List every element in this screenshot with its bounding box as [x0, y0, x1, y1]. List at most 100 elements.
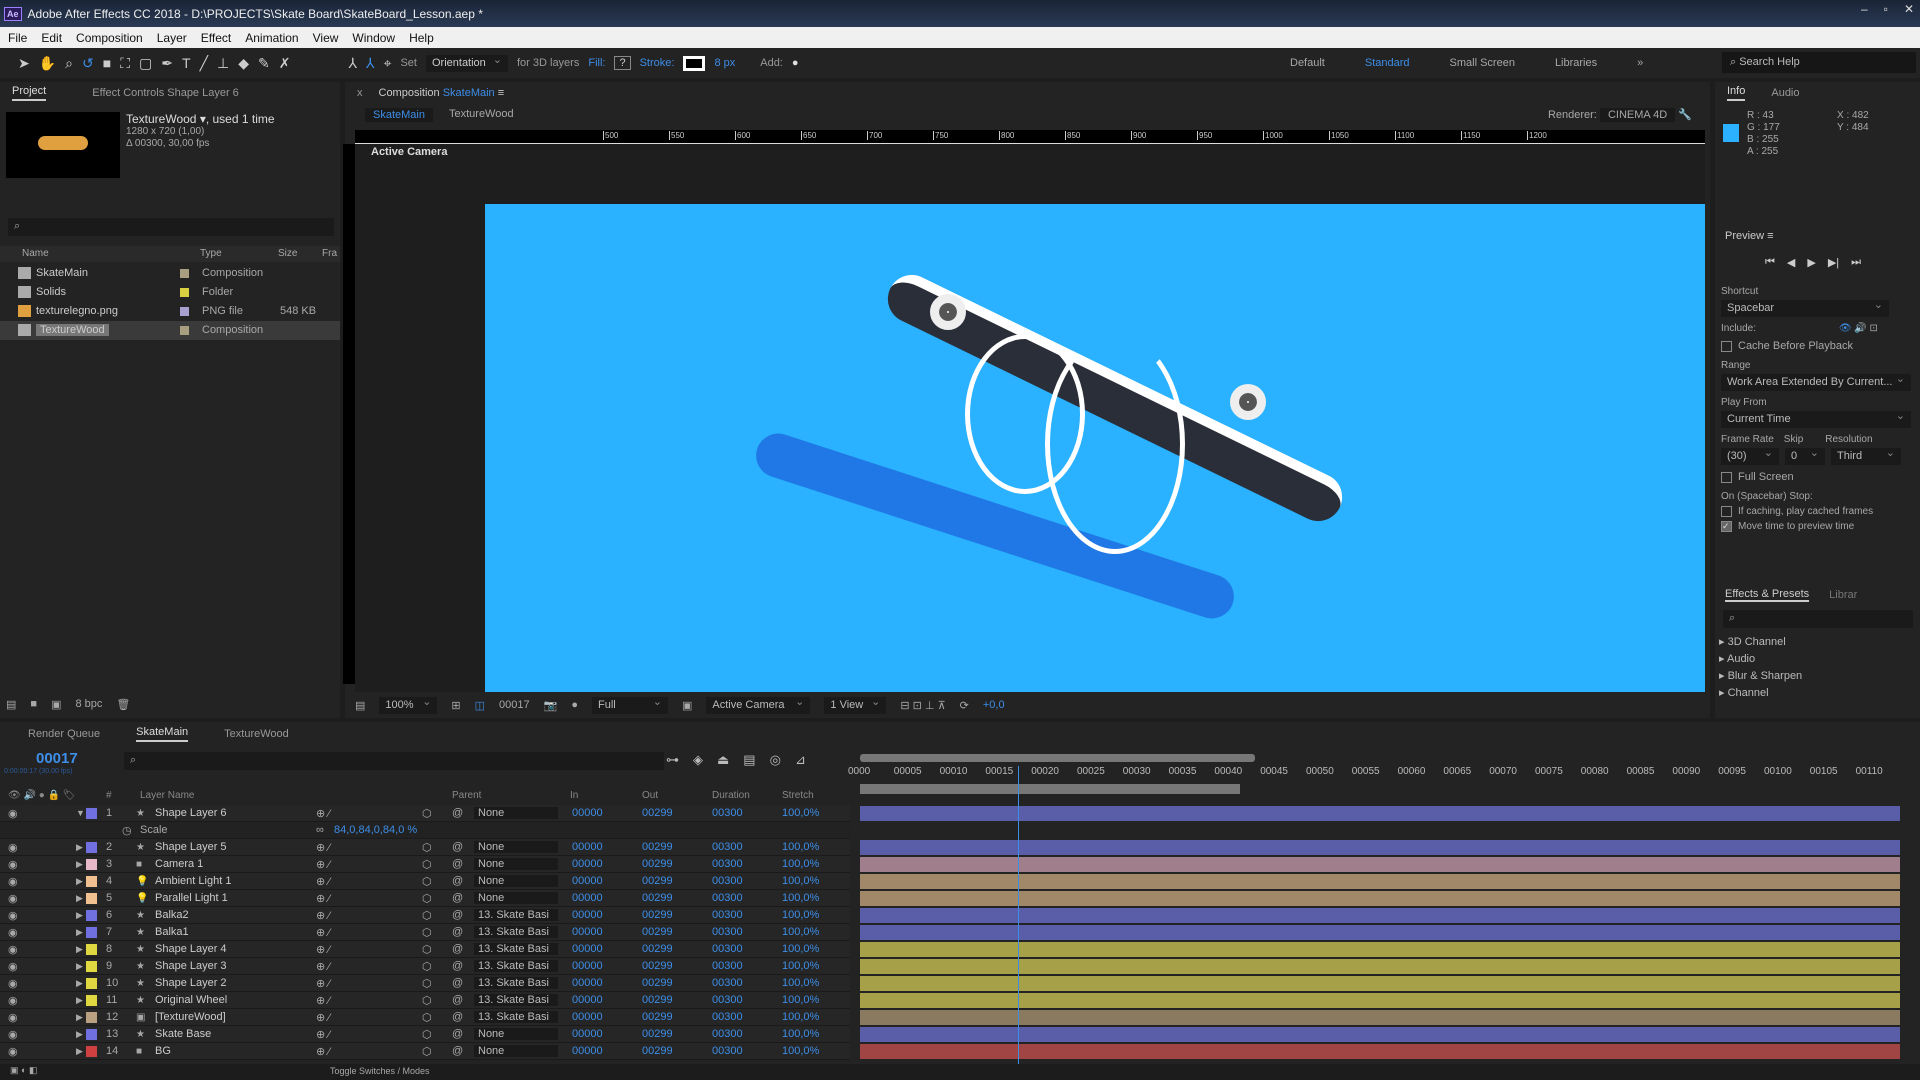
parent-pickwhip-icon[interactable]: @ [452, 892, 463, 904]
shortcut-dropdown[interactable]: Spacebar [1721, 297, 1889, 317]
toggle-switches-modes[interactable]: Toggle Switches / Modes [330, 1066, 430, 1076]
stroke-label[interactable]: Stroke: [640, 57, 675, 69]
clone-stamp-tool-icon[interactable]: ⊥ [217, 55, 229, 72]
layer-stretch[interactable]: 100,0% [782, 807, 819, 819]
constrain-link-icon[interactable]: ∞ [316, 824, 324, 836]
label-color[interactable] [86, 1046, 97, 1057]
layer-row[interactable]: ◉ ▼ 1 ★ Shape Layer 6 ⊕ ⁄ ⬡ @ None 00000 00299 0030… [0, 805, 850, 822]
visibility-eye-icon[interactable]: ◉ [8, 875, 18, 888]
wrench-icon[interactable]: 🔧 [1678, 109, 1692, 121]
expand-arrow-icon[interactable]: ▶ [76, 995, 83, 1006]
layer-name[interactable]: Shape Layer 2 [155, 977, 227, 989]
visibility-eye-icon[interactable]: ◉ [8, 909, 18, 922]
hand-tool-icon[interactable]: ✋ [39, 55, 56, 72]
parent-dropdown[interactable]: 13. Skate Basi [474, 994, 558, 1006]
label-color[interactable] [86, 944, 97, 955]
more-workspaces-icon[interactable]: » [1637, 57, 1643, 69]
3d-layer-icon[interactable]: ⬡ [422, 994, 432, 1007]
view-options-icons[interactable]: ⊟ ⊡ ⊥ ⊼ [900, 699, 945, 712]
visibility-eye-icon[interactable]: ◉ [8, 1028, 18, 1041]
col-type[interactable]: Type [200, 248, 222, 259]
new-folder-icon[interactable]: ■ [30, 698, 37, 711]
range-dropdown[interactable]: Work Area Extended By Current... [1721, 371, 1911, 391]
menu-composition[interactable]: Composition [76, 31, 143, 45]
work-area-bar[interactable] [860, 784, 1240, 794]
workspace-small-screen[interactable]: Small Screen [1450, 57, 1515, 69]
layer-switches-icons[interactable]: ⊕ ⁄ [316, 994, 330, 1007]
layer-in[interactable]: 00000 [572, 841, 603, 853]
layer-row[interactable]: ◉ ▶ 2 ★ Shape Layer 5 ⊕ ⁄ ⬡ @ None 00000 00299 0030… [0, 839, 850, 856]
shy-icon[interactable]: ⏏ [717, 752, 729, 768]
frame-blending-icon[interactable]: ▤ [743, 752, 755, 768]
visibility-eye-icon[interactable]: ◉ [8, 841, 18, 854]
parent-pickwhip-icon[interactable]: @ [452, 926, 463, 938]
parent-pickwhip-icon[interactable]: @ [452, 1045, 463, 1057]
stopwatch-icon[interactable]: ◷ [122, 824, 132, 837]
stroke-swatch[interactable] [683, 55, 706, 71]
layer-out[interactable]: 00299 [642, 943, 673, 955]
layer-name[interactable]: Parallel Light 1 [155, 892, 228, 904]
layer-row[interactable]: ◉ ▶ 11 ★ Original Wheel ⊕ ⁄ ⬡ @13. Skate Basi 00… [0, 992, 850, 1009]
trash-icon[interactable]: 🗑 [116, 698, 130, 711]
parent-dropdown[interactable]: None [474, 1045, 558, 1057]
last-frame-icon[interactable]: ⏭ [1851, 256, 1861, 269]
layer-in[interactable]: 00000 [572, 807, 603, 819]
parent-pickwhip-icon[interactable]: @ [452, 909, 463, 921]
audio-include-icon[interactable]: 🔊 [1854, 323, 1866, 334]
tab-libraries[interactable]: Librar [1829, 589, 1857, 601]
renderer-dropdown[interactable]: CINEMA 4D [1599, 108, 1676, 122]
preview-resolution-dropdown[interactable]: Third [1831, 445, 1901, 465]
layer-stretch[interactable]: 100,0% [782, 875, 819, 887]
breadcrumb-skatemain[interactable]: SkateMain [365, 108, 433, 122]
layer-row[interactable]: ◉ ▶ 14 ■ BG ⊕ ⁄ ⬡ @ None 00000 00299 00300 100,0% [0, 1043, 850, 1060]
label-color[interactable] [86, 842, 97, 853]
label-color[interactable] [86, 808, 97, 819]
layer-stretch[interactable]: 100,0% [782, 926, 819, 938]
3d-layer-icon[interactable]: ⬡ [422, 892, 432, 905]
views-dropdown[interactable]: 1 View [824, 694, 887, 714]
layer-row[interactable]: ◉ ▶ 4 💡 Ambient Light 1 ⊕ ⁄ ⬡ @ None 00000 00299 00… [0, 873, 850, 890]
effects-category[interactable]: ▸ Blur & Sharpen [1719, 668, 1802, 685]
layer-duration[interactable]: 00300 [712, 909, 743, 921]
layer-row[interactable]: ◉ ▶ 13 ★ Skate Base ⊕ ⁄ ⬡ @ None 00000 00299 00300 1… [0, 1026, 850, 1043]
layer-duration[interactable]: 00300 [712, 875, 743, 887]
item-label-color[interactable] [180, 269, 189, 278]
visibility-eye-icon[interactable]: ◉ [8, 977, 18, 990]
rectangle-tool-icon[interactable]: ▢ [139, 55, 152, 72]
layer-stretch[interactable]: 100,0% [782, 1011, 819, 1023]
add-icon[interactable]: ● [792, 57, 799, 69]
new-comp-icon[interactable]: ▣ [51, 698, 61, 711]
layer-name[interactable]: Balka1 [155, 926, 189, 938]
label-color[interactable] [86, 927, 97, 938]
label-color[interactable] [86, 961, 97, 972]
visibility-eye-icon[interactable]: ◉ [8, 807, 18, 820]
expand-arrow-icon[interactable]: ▼ [76, 808, 85, 818]
layer-duration-bar[interactable] [860, 891, 1900, 906]
reset-exposure-icon[interactable]: ⟳ [960, 699, 969, 712]
project-item[interactable]: Solids Folder [0, 283, 340, 302]
draft-3d-icon[interactable]: ◈ [693, 752, 703, 768]
move-time-checkbox[interactable]: ✓ [1721, 521, 1732, 533]
3d-layer-icon[interactable]: ⬡ [422, 977, 432, 990]
brush-tool-icon[interactable]: ╱ [200, 55, 208, 72]
layer-name[interactable]: Skate Base [155, 1028, 211, 1040]
menu-effect[interactable]: Effect [201, 31, 231, 45]
expand-arrow-icon[interactable]: ▶ [76, 910, 83, 921]
layer-stretch[interactable]: 100,0% [782, 960, 819, 972]
current-timecode[interactable]: 00017 [36, 750, 78, 767]
parent-pickwhip-icon[interactable]: @ [452, 875, 463, 887]
exposure-value[interactable]: +0,0 [983, 699, 1005, 711]
comp-flowchart-icon[interactable]: ⊶ [666, 752, 679, 768]
menu-file[interactable]: File [8, 31, 27, 45]
layer-in[interactable]: 00000 [572, 926, 603, 938]
time-navigator[interactable] [860, 754, 1255, 762]
layer-duration[interactable]: 00300 [712, 858, 743, 870]
project-item[interactable]: texturelegno.png PNG file 548 KB [0, 302, 340, 321]
layer-out[interactable]: 00299 [642, 858, 673, 870]
layer-name[interactable]: Original Wheel [155, 994, 227, 1006]
rotate-tool-icon[interactable]: ↺ [82, 55, 94, 72]
roto-brush-tool-icon[interactable]: ✎ [258, 55, 270, 72]
layer-in[interactable]: 00000 [572, 977, 603, 989]
layer-in[interactable]: 00000 [572, 1011, 603, 1023]
layer-switches-icons[interactable]: ⊕ ⁄ [316, 858, 330, 871]
